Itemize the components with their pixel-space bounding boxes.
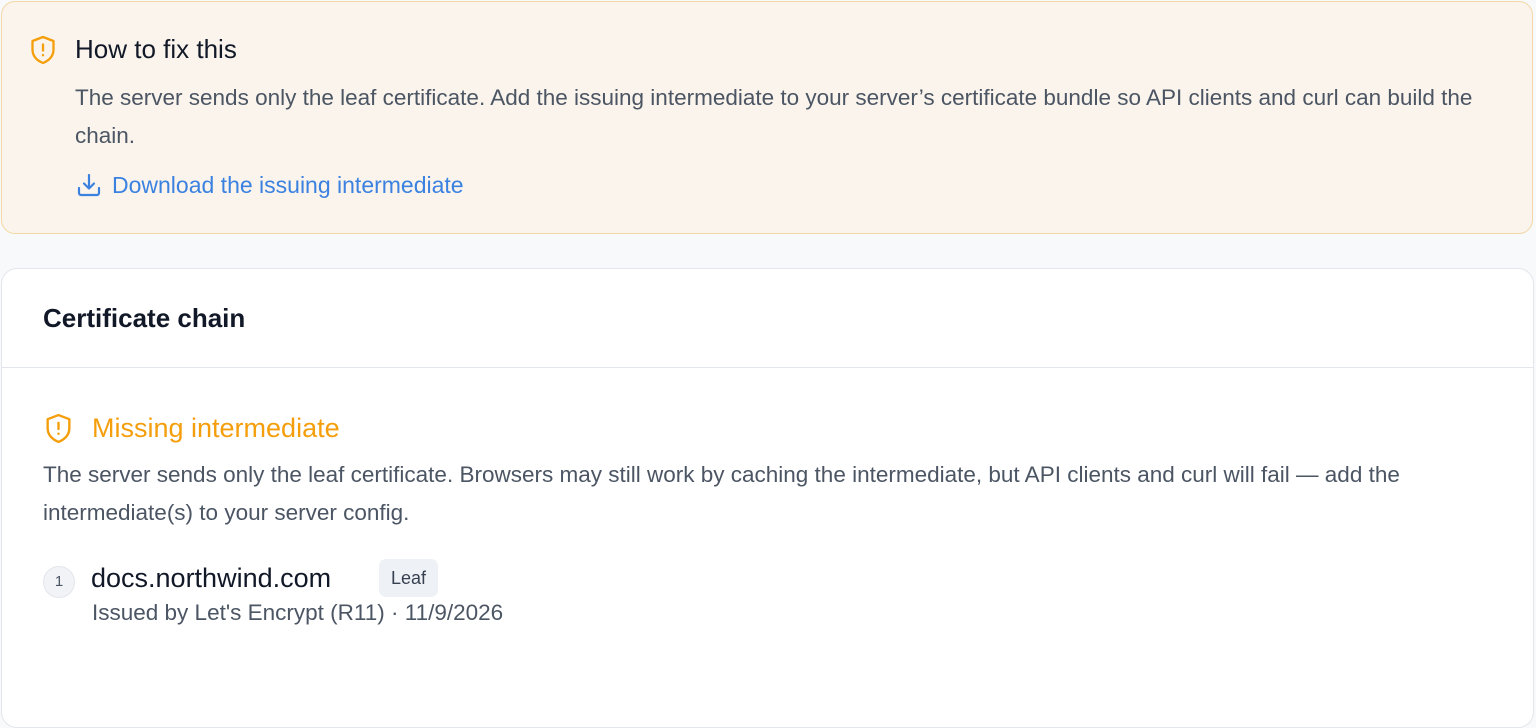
shield-alert-icon xyxy=(30,35,56,65)
chain-entry-issuer: Issued by Let's Encrypt (R11) · 11/9/202… xyxy=(92,600,504,625)
chain-entry-hostname: docs.northwind.com xyxy=(91,563,332,593)
certificate-chain-title: Certificate chain xyxy=(43,303,246,333)
download-link-label: Download the issuing intermediate xyxy=(112,172,464,198)
fix-description: The server sends only the leaf certifica… xyxy=(75,85,1473,148)
download-intermediate-link[interactable]: Download the issuing intermediate xyxy=(76,168,464,202)
missing-intermediate-description: The server sends only the leaf certifica… xyxy=(43,462,1400,525)
certificate-chain-card: Certificate chain Missing intermediate T… xyxy=(1,268,1534,728)
missing-intermediate-title: Missing intermediate xyxy=(92,413,340,443)
download-icon xyxy=(76,172,102,198)
shield-alert-icon xyxy=(45,413,72,444)
certificate-chain-header: Certificate chain xyxy=(2,269,1533,368)
how-to-fix-panel: How to fix this The server sends only th… xyxy=(1,1,1533,234)
chain-entry-number: 1 xyxy=(43,566,75,598)
leaf-badge: Leaf xyxy=(379,559,439,597)
fix-title: How to fix this xyxy=(75,34,237,64)
